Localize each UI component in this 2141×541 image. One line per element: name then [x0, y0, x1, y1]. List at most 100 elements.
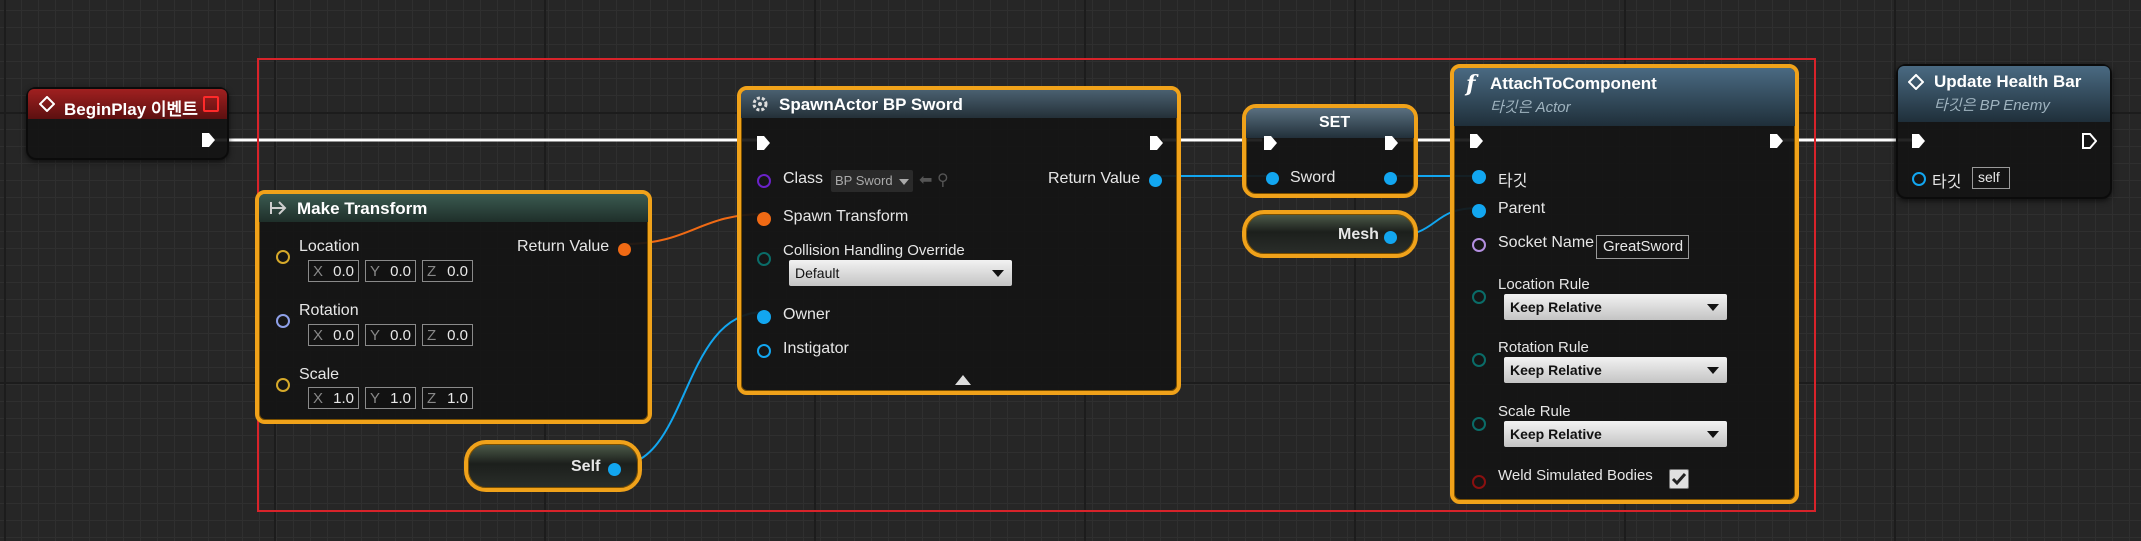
rotation-rule-pin[interactable] [1472, 353, 1486, 367]
beginplay-header: BeginPlay 이벤트 [28, 89, 227, 119]
browse-magnifier-icon[interactable]: ⚲ [937, 170, 949, 189]
spawn-return-value-label: Return Value [1048, 170, 1141, 187]
spawn-exec-in-pin[interactable] [755, 134, 771, 152]
update-target-pin[interactable] [1912, 172, 1926, 186]
socket-name-pin[interactable] [1472, 238, 1486, 252]
set-sword-in-pin[interactable] [1266, 172, 1279, 185]
attach-title: AttachToComponent [1490, 74, 1657, 93]
spawn-return-value-pin[interactable] [1149, 174, 1162, 187]
self-node[interactable]: Self [464, 440, 642, 492]
attach-to-component-node[interactable]: f AttachToComponent 타깃은 Actor 타깃 Parent … [1450, 64, 1799, 504]
class-pin[interactable] [757, 174, 771, 188]
attach-header: f AttachToComponent 타깃은 Actor [1454, 68, 1795, 126]
class-picker[interactable]: BP Sword [831, 170, 913, 192]
scale-x-input[interactable]: X 1.0 [308, 387, 359, 409]
collapse-arrow-icon[interactable] [955, 375, 971, 385]
self-label: Self [571, 458, 601, 475]
collision-pin[interactable] [757, 252, 771, 266]
attach-parent-pin[interactable] [1472, 204, 1486, 218]
mesh-label: Mesh [1338, 226, 1379, 243]
beginplay-event-node[interactable]: BeginPlay 이벤트 [26, 87, 229, 160]
chevron-down-icon [1707, 367, 1719, 374]
class-value: BP Sword [835, 173, 893, 188]
location-rule-label: Location Rule [1498, 276, 1590, 293]
attach-target-label: 타깃 [1498, 173, 1528, 190]
location-y-input[interactable]: Y 0.0 [365, 260, 416, 282]
weld-checkbox[interactable] [1669, 469, 1689, 489]
instigator-label: Instigator [783, 340, 849, 357]
owner-label: Owner [783, 306, 831, 323]
scale-label: Scale [299, 366, 340, 383]
mesh-output-pin[interactable] [1384, 231, 1397, 244]
instigator-pin[interactable] [757, 344, 771, 358]
spawn-actor-title: SpawnActor BP Sword [779, 95, 963, 114]
chevron-down-icon [899, 179, 909, 185]
event-diamond-icon [1908, 74, 1924, 90]
spawn-gear-icon [752, 96, 768, 112]
update-exec-out-pin[interactable] [2081, 132, 2097, 150]
chevron-down-icon [992, 270, 1004, 277]
rotation-z-input[interactable]: Z 0.0 [422, 324, 473, 346]
chevron-down-icon [1707, 431, 1719, 438]
update-health-header: Update Health Bar 타깃은 BP Enemy [1898, 66, 2110, 122]
attach-target-pin[interactable] [1472, 170, 1486, 184]
set-exec-in-pin[interactable] [1262, 134, 1278, 152]
update-health-bar-node[interactable]: Update Health Bar 타깃은 BP Enemy 타깃 self [1896, 64, 2112, 199]
spawn-actor-node[interactable]: SpawnActor BP Sword Class BP Sword ⬅ ⚲ R… [737, 86, 1181, 395]
beginplay-title: BeginPlay 이벤트 [64, 100, 198, 119]
mesh-variable-node[interactable]: Mesh [1242, 210, 1418, 258]
update-exec-in-pin[interactable] [1910, 132, 1926, 150]
socket-name-label: Socket Name [1498, 234, 1595, 251]
attach-subtitle: 타깃은 Actor [1490, 99, 1571, 116]
weld-pin[interactable] [1472, 475, 1486, 489]
update-health-title: Update Health Bar [1934, 72, 2082, 91]
beginplay-exec-out-pin[interactable] [200, 131, 216, 149]
function-f-icon: f [1466, 71, 1476, 97]
collision-dropdown[interactable]: Default [789, 260, 1012, 286]
return-value-label: Return Value [517, 238, 610, 255]
collision-label: Collision Handling Override [783, 242, 965, 259]
checkmark-icon [1671, 473, 1687, 486]
spawn-transform-pin[interactable] [757, 212, 771, 226]
make-transform-node[interactable]: Make Transform Location X 0.0 Y 0.0 Z 0.0 R… [255, 190, 652, 424]
set-variable-node[interactable]: SET Sword [1242, 104, 1418, 198]
socket-name-input[interactable]: GreatSword [1596, 235, 1689, 259]
scale-rule-label: Scale Rule [1498, 403, 1571, 420]
rotation-pin[interactable] [276, 314, 290, 328]
scale-rule-dropdown[interactable]: Keep Relative [1504, 421, 1727, 447]
update-health-subtitle: 타깃은 BP Enemy [1934, 97, 2050, 114]
rotation-y-input[interactable]: Y 0.0 [365, 324, 416, 346]
scale-pin[interactable] [276, 378, 290, 392]
update-target-label: 타깃 [1932, 174, 1962, 191]
use-selected-arrow-icon[interactable]: ⬅ [919, 170, 932, 189]
self-output-pin[interactable] [608, 463, 621, 476]
return-value-pin[interactable] [618, 243, 631, 256]
location-rule-pin[interactable] [1472, 290, 1486, 304]
scale-y-input[interactable]: Y 1.0 [365, 387, 416, 409]
set-sword-label: Sword [1290, 169, 1336, 186]
event-diamond-icon [39, 96, 55, 112]
scale-z-input[interactable]: Z 1.0 [422, 387, 473, 409]
rotation-label: Rotation [299, 302, 359, 319]
location-z-input[interactable]: Z 0.0 [422, 260, 473, 282]
blueprint-graph-canvas[interactable]: BeginPlay 이벤트 Make Transform Location X0… [0, 0, 2141, 541]
update-target-self-box[interactable]: self [1972, 167, 2010, 189]
location-label: Location [299, 238, 360, 255]
attach-parent-label: Parent [1498, 200, 1546, 217]
make-struct-icon [270, 201, 287, 215]
attach-exec-in-pin[interactable] [1468, 132, 1484, 150]
scale-rule-pin[interactable] [1472, 417, 1486, 431]
set-exec-out-pin[interactable] [1383, 134, 1399, 152]
rotation-rule-dropdown[interactable]: Keep Relative [1504, 357, 1727, 383]
owner-pin[interactable] [757, 310, 771, 324]
spawn-transform-label: Spawn Transform [783, 208, 909, 225]
attach-exec-out-pin[interactable] [1768, 132, 1784, 150]
set-sword-out-pin[interactable] [1384, 172, 1397, 185]
location-pin[interactable] [276, 250, 290, 264]
weld-label: Weld Simulated Bodies [1498, 467, 1653, 484]
location-x-input[interactable]: X 0.0 [308, 260, 359, 282]
spawn-exec-out-pin[interactable] [1148, 134, 1164, 152]
delegate-square-icon[interactable] [203, 96, 219, 112]
rotation-x-input[interactable]: X 0.0 [308, 324, 359, 346]
location-rule-dropdown[interactable]: Keep Relative [1504, 294, 1727, 320]
